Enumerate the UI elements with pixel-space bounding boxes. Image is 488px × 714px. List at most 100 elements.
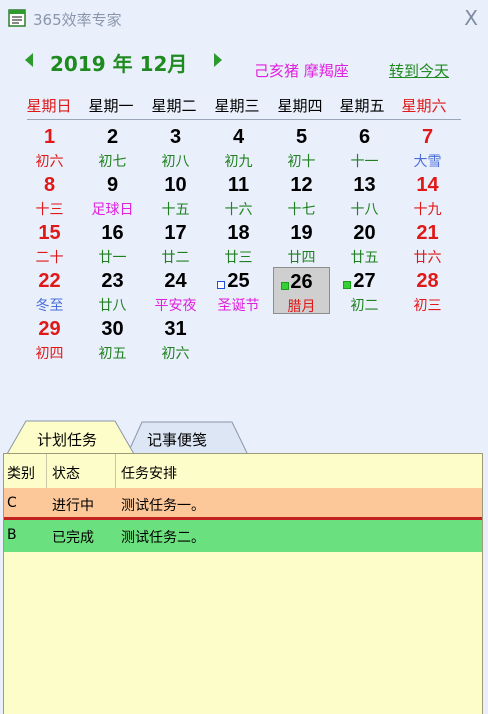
day-cell[interactable]: 27 初二 xyxy=(336,267,393,314)
day-number: 23 xyxy=(101,270,124,292)
day-cell[interactable]: 15 二十 xyxy=(21,219,78,266)
task-status: 进行中 xyxy=(52,498,94,514)
column-header-task[interactable]: 任务安排 xyxy=(121,463,177,483)
column-header-category[interactable]: 类别 xyxy=(7,463,35,483)
weekday-mon: 星期一 xyxy=(88,97,134,115)
day-number: 3 xyxy=(169,126,182,148)
holiday-label: 平安夜 xyxy=(154,298,197,314)
lunar-date: 二十 xyxy=(35,250,64,266)
day-cell[interactable]: 9 足球日 xyxy=(84,171,141,218)
app-notepad-icon xyxy=(8,9,26,27)
day-number: 8 xyxy=(43,174,56,196)
day-cell[interactable]: 30 初五 xyxy=(84,315,141,362)
day-cell[interactable]: 3 初八 xyxy=(147,123,204,170)
day-number: 14 xyxy=(416,174,439,196)
day-cell[interactable]: 19 廿四 xyxy=(273,219,330,266)
lunar-month-label: 腊月 xyxy=(287,299,316,315)
column-header-status[interactable]: 状态 xyxy=(52,463,80,483)
lunar-date: 初四 xyxy=(35,346,64,362)
lunar-date: 初三 xyxy=(413,298,442,314)
lunar-date: 十六 xyxy=(224,202,253,218)
prev-month-arrow-icon[interactable] xyxy=(25,53,33,67)
table-row[interactable]: B 已完成 测试任务二。 xyxy=(4,520,482,552)
day-cell[interactable]: 7 大雪 xyxy=(399,123,456,170)
day-number: 13 xyxy=(353,174,376,196)
day-cell[interactable]: 25 圣诞节 xyxy=(210,267,267,314)
day-number: 30 xyxy=(101,318,124,340)
day-cell[interactable]: 31 初六 xyxy=(147,315,204,362)
ganzhi-year: 己亥猪 xyxy=(254,62,300,80)
close-button[interactable]: X xyxy=(464,6,478,30)
day-cell[interactable]: 18 廿三 xyxy=(210,219,267,266)
day-cell[interactable]: 11 十六 xyxy=(210,171,267,218)
day-cell[interactable]: 17 廿二 xyxy=(147,219,204,266)
day-cell[interactable]: 6 十一 xyxy=(336,123,393,170)
task-category: B xyxy=(7,527,17,543)
next-month-arrow-icon[interactable] xyxy=(214,53,222,67)
task-status: 已完成 xyxy=(52,530,94,546)
day-number: 22 xyxy=(38,270,61,292)
day-cell[interactable]: 1 初六 xyxy=(21,123,78,170)
table-row[interactable]: C 进行中 测试任务一。 xyxy=(4,488,482,520)
go-to-today-link[interactable]: 转到今天 xyxy=(389,60,449,81)
day-cell[interactable]: 8 十三 xyxy=(21,171,78,218)
day-number: 28 xyxy=(416,270,439,292)
title-bar: 365效率专家 X xyxy=(0,0,488,36)
day-number: 4 xyxy=(232,126,245,148)
day-number: 5 xyxy=(295,126,308,148)
task-table-header: 类别 状态 任务安排 xyxy=(4,454,482,488)
day-cell[interactable]: 4 初九 xyxy=(210,123,267,170)
lunar-date: 初十 xyxy=(287,154,316,170)
ganzhi-zodiac-label: 己亥猪 摩羯座 xyxy=(254,60,349,81)
day-cell[interactable]: 12 十七 xyxy=(273,171,330,218)
day-cell-selected[interactable]: 26 腊月 xyxy=(273,267,330,315)
lunar-date: 廿二 xyxy=(161,250,190,266)
lunar-date: 十五 xyxy=(161,202,190,218)
solar-term-label: 大雪 xyxy=(413,154,442,170)
lunar-date: 廿三 xyxy=(224,250,253,266)
lunar-date: 初二 xyxy=(350,298,379,314)
lunar-date: 十七 xyxy=(287,202,316,218)
lunar-date: 廿四 xyxy=(287,250,316,266)
weekday-sun: 星期日 xyxy=(26,97,72,115)
lunar-date: 初九 xyxy=(224,154,253,170)
lunar-date: 十九 xyxy=(413,202,442,218)
lunar-date: 十八 xyxy=(350,202,379,218)
day-cell[interactable]: 23 廿八 xyxy=(84,267,141,314)
lunar-date: 十一 xyxy=(350,154,379,170)
weekday-fri: 星期五 xyxy=(339,97,385,115)
day-cell[interactable]: 2 初七 xyxy=(84,123,141,170)
day-cell[interactable]: 29 初四 xyxy=(21,315,78,362)
day-number: 31 xyxy=(164,318,187,340)
tab-planned-tasks-label: 计划任务 xyxy=(37,431,98,449)
day-cell[interactable]: 16 廿一 xyxy=(84,219,141,266)
day-number: 17 xyxy=(164,222,187,244)
day-number: 7 xyxy=(421,126,434,148)
weekday-wed: 星期三 xyxy=(214,97,260,115)
tab-planned-tasks[interactable]: 计划任务 xyxy=(7,420,135,454)
day-cell[interactable]: 10 十五 xyxy=(147,171,204,218)
day-cell[interactable]: 20 廿五 xyxy=(336,219,393,266)
day-number: 11 xyxy=(227,174,250,196)
day-number: 16 xyxy=(101,222,124,244)
holiday-label: 足球日 xyxy=(91,202,134,218)
weekday-tue: 星期二 xyxy=(151,97,197,115)
tab-bar: 记事便笺 计划任务 xyxy=(0,420,488,454)
day-cell[interactable]: 13 十八 xyxy=(336,171,393,218)
holiday-label: 圣诞节 xyxy=(217,298,260,314)
day-cell[interactable]: 24 平安夜 xyxy=(147,267,204,314)
tab-notes[interactable]: 记事便笺 xyxy=(128,420,248,454)
day-cell[interactable]: 22 冬至 xyxy=(21,267,78,314)
day-number: 25 xyxy=(227,270,250,292)
day-number: 27 xyxy=(353,270,376,292)
day-cell[interactable]: 21 廿六 xyxy=(399,219,456,266)
day-number: 10 xyxy=(164,174,187,196)
day-cell[interactable]: 28 初三 xyxy=(399,267,456,314)
year-month-label: 2019 年 12月 xyxy=(50,52,188,76)
lunar-date: 初八 xyxy=(161,154,190,170)
day-number: 29 xyxy=(38,318,61,340)
lunar-date: 初七 xyxy=(98,154,127,170)
month-navigation: 2019 年 12月 己亥猪 摩羯座 转到今天 xyxy=(0,46,488,80)
day-cell[interactable]: 14 十九 xyxy=(399,171,456,218)
day-cell[interactable]: 5 初十 xyxy=(273,123,330,170)
